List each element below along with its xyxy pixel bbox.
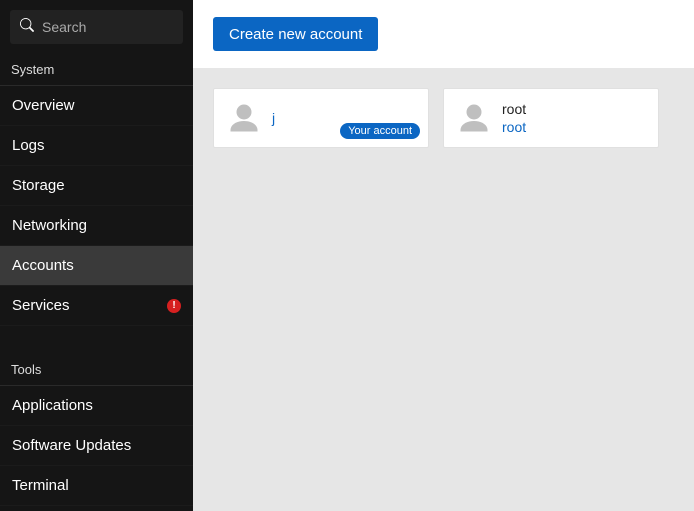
sidebar-item-label: Accounts: [12, 257, 74, 274]
sidebar-item-label: Software Updates: [12, 437, 131, 454]
sidebar-item-terminal[interactable]: Terminal: [0, 466, 193, 506]
account-fullname: root: [502, 100, 526, 118]
account-text: j: [272, 109, 275, 127]
search-container: [0, 0, 193, 54]
sidebar-group-label: System: [0, 54, 193, 86]
main-area: Create new account j Your account rootroot: [193, 0, 694, 511]
sidebar-item-services[interactable]: Services!: [0, 286, 193, 326]
account-card[interactable]: rootroot: [443, 88, 659, 148]
avatar-icon: [226, 100, 262, 136]
alert-icon: !: [167, 299, 181, 313]
accounts-list: j Your account rootroot: [193, 68, 694, 511]
sidebar-item-label: Services: [12, 297, 70, 314]
sidebar: System Overview Logs Storage Networking Accou…: [0, 0, 193, 511]
account-text: rootroot: [502, 100, 526, 136]
sidebar-item-applications[interactable]: Applications: [0, 386, 193, 426]
sidebar-item-storage[interactable]: Storage: [0, 166, 193, 206]
sidebar-item-label: Networking: [12, 217, 87, 234]
search-icon: [20, 18, 34, 36]
sidebar-item-label: Logs: [12, 137, 45, 154]
sidebar-item-accounts[interactable]: Accounts: [0, 246, 193, 286]
sidebar-item-overview[interactable]: Overview: [0, 86, 193, 126]
account-username-link[interactable]: j: [272, 109, 275, 127]
avatar-icon: [456, 100, 492, 136]
sidebar-item-label: Applications: [12, 397, 93, 414]
account-username-link[interactable]: root: [502, 118, 526, 136]
account-card[interactable]: j Your account: [213, 88, 429, 148]
sidebar-item-label: Overview: [12, 97, 75, 114]
sidebar-group-label: Tools: [0, 354, 193, 386]
sidebar-item-label: Storage: [12, 177, 65, 194]
sidebar-item-networking[interactable]: Networking: [0, 206, 193, 246]
topbar: Create new account: [193, 0, 694, 68]
search-box[interactable]: [10, 10, 183, 44]
your-account-badge: Your account: [340, 123, 420, 139]
sidebar-item-label: Terminal: [12, 477, 69, 494]
create-new-account-button[interactable]: Create new account: [213, 17, 378, 51]
sidebar-item-logs[interactable]: Logs: [0, 126, 193, 166]
sidebar-item-software-updates[interactable]: Software Updates: [0, 426, 193, 466]
